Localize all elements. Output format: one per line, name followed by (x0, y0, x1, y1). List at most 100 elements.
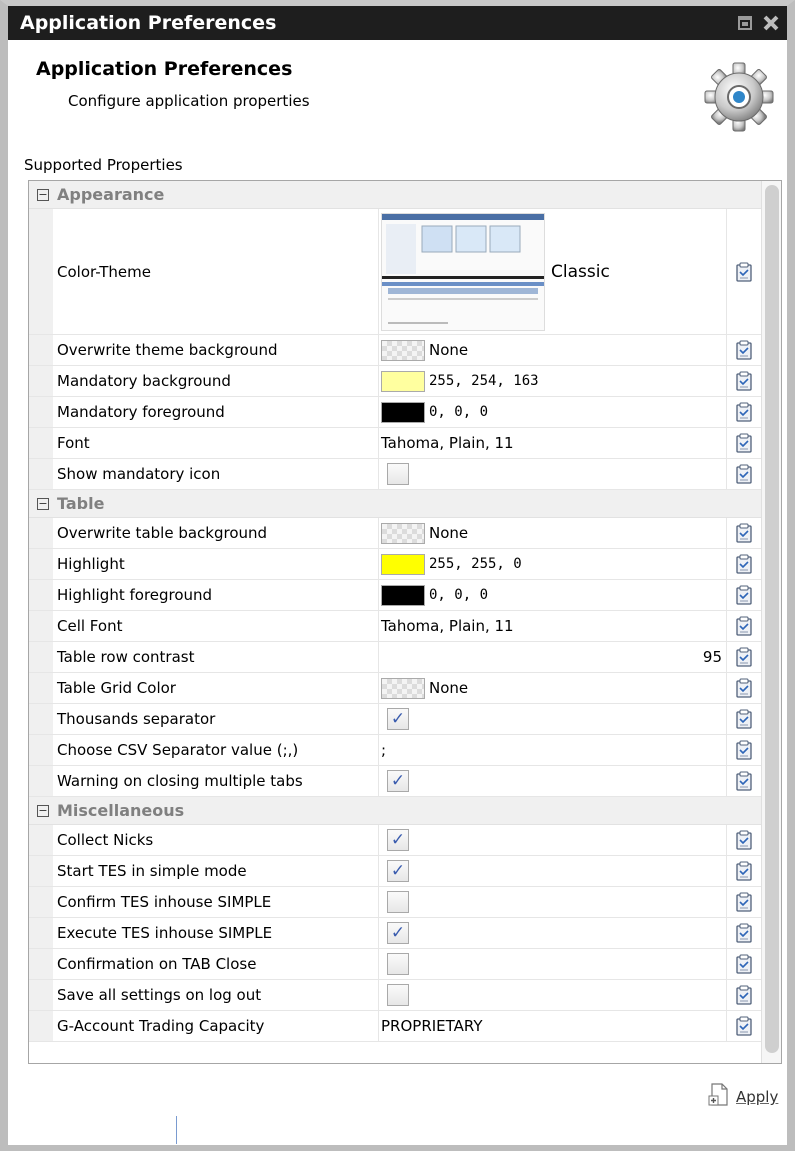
property-value[interactable]: 0, 0, 0 (379, 397, 727, 427)
clipboard-icon[interactable] (727, 642, 761, 672)
property-row-highlight-foreground: Highlight foreground 0, 0, 0 (29, 580, 761, 611)
property-value[interactable]: ✓ (379, 766, 727, 796)
collapse-icon[interactable]: − (37, 804, 49, 817)
color-swatch[interactable] (381, 339, 425, 361)
group-header-miscellaneous[interactable]: − Miscellaneous (29, 797, 761, 825)
supported-properties-label: Supported Properties (24, 156, 183, 174)
clipboard-icon[interactable] (727, 673, 761, 703)
property-row-cell-font: Cell Font Tahoma, Plain, 11 (29, 611, 761, 642)
property-label: Choose CSV Separator value (;,) (53, 735, 379, 765)
clipboard-icon[interactable] (727, 366, 761, 396)
property-row-table-row-contrast: Table row contrast 95 (29, 642, 761, 673)
property-label: Warning on closing multiple tabs (53, 766, 379, 796)
property-value[interactable]: Tahoma, Plain, 11 (379, 611, 727, 641)
color-value: None (429, 679, 469, 697)
property-value[interactable]: 255, 255, 0 (379, 549, 727, 579)
clipboard-icon[interactable] (727, 704, 761, 734)
clipboard-icon[interactable] (727, 735, 761, 765)
clipboard-icon[interactable] (727, 766, 761, 796)
property-table: − Appearance Color-Theme Classic Overwrite t… (28, 180, 782, 1064)
row-gutter (29, 335, 53, 365)
color-swatch[interactable] (381, 677, 425, 699)
property-value[interactable] (379, 980, 727, 1010)
color-swatch[interactable] (381, 370, 425, 392)
property-value[interactable] (379, 459, 727, 489)
close-icon[interactable] (761, 13, 781, 33)
window-title: Application Preferences (20, 12, 277, 34)
clipboard-icon[interactable] (727, 428, 761, 458)
group-header-appearance[interactable]: − Appearance (29, 181, 761, 209)
clipboard-icon[interactable] (727, 459, 761, 489)
color-value: 255, 254, 163 (429, 373, 539, 389)
property-label: Execute TES inhouse SIMPLE (53, 918, 379, 948)
apply-button[interactable]: Apply (708, 1083, 778, 1111)
clipboard-icon[interactable] (727, 397, 761, 427)
clipboard-icon[interactable] (727, 949, 761, 979)
clipboard-icon[interactable] (727, 518, 761, 548)
property-value[interactable]: None (379, 335, 727, 365)
checkbox-checked[interactable]: ✓ (387, 770, 409, 792)
property-value[interactable]: Classic (379, 209, 727, 334)
property-row-save-all-settings-on-log-out: Save all settings on log out (29, 980, 761, 1011)
checkbox-checked[interactable]: ✓ (387, 829, 409, 851)
checkbox-checked[interactable]: ✓ (387, 708, 409, 730)
group-header-table[interactable]: − Table (29, 490, 761, 518)
property-row-font: Font Tahoma, Plain, 11 (29, 428, 761, 459)
clipboard-icon[interactable] (727, 549, 761, 579)
property-value[interactable]: PROPRIETARY (379, 1011, 727, 1041)
property-value[interactable]: 95 (379, 642, 727, 672)
clipboard-icon[interactable] (727, 980, 761, 1010)
property-value[interactable]: None (379, 518, 727, 548)
divider (176, 1116, 177, 1144)
row-gutter (29, 611, 53, 641)
scrollbar-thumb[interactable] (765, 185, 779, 1053)
clipboard-icon[interactable] (727, 856, 761, 886)
property-label: Collect Nicks (53, 825, 379, 855)
row-gutter (29, 549, 53, 579)
property-value[interactable]: Tahoma, Plain, 11 (379, 428, 727, 458)
property-value[interactable]: 255, 254, 163 (379, 366, 727, 396)
restore-icon[interactable] (735, 13, 755, 33)
color-swatch[interactable] (381, 584, 425, 606)
clipboard-icon[interactable] (727, 1011, 761, 1041)
color-swatch[interactable] (381, 401, 425, 423)
vertical-scrollbar[interactable] (761, 181, 781, 1063)
property-value[interactable] (379, 887, 727, 917)
clipboard-icon[interactable] (727, 580, 761, 610)
property-value[interactable]: ✓ (379, 856, 727, 886)
property-value[interactable]: ✓ (379, 825, 727, 855)
property-value[interactable]: 0, 0, 0 (379, 580, 727, 610)
property-label: Show mandatory icon (53, 459, 379, 489)
checkbox-checked[interactable]: ✓ (387, 860, 409, 882)
property-row-confirm-tes-inhouse-simple: Confirm TES inhouse SIMPLE (29, 887, 761, 918)
clipboard-icon[interactable] (727, 887, 761, 917)
checkbox-unchecked[interactable] (387, 953, 409, 975)
color-swatch[interactable] (381, 553, 425, 575)
property-value[interactable]: ✓ (379, 918, 727, 948)
property-label: Save all settings on log out (53, 980, 379, 1010)
property-label: G-Account Trading Capacity (53, 1011, 379, 1041)
property-row-overwrite-theme-background: Overwrite theme background None (29, 335, 761, 366)
collapse-icon[interactable]: − (37, 188, 49, 201)
color-swatch[interactable] (381, 522, 425, 544)
checkbox-unchecked[interactable] (387, 984, 409, 1006)
property-value[interactable]: None (379, 673, 727, 703)
property-value[interactable]: ✓ (379, 704, 727, 734)
checkbox-checked[interactable]: ✓ (387, 922, 409, 944)
row-gutter (29, 428, 53, 458)
group-label: Miscellaneous (57, 801, 185, 820)
clipboard-icon[interactable] (727, 209, 761, 334)
clipboard-icon[interactable] (727, 918, 761, 948)
property-label: Highlight foreground (53, 580, 379, 610)
clipboard-icon[interactable] (727, 611, 761, 641)
clipboard-icon[interactable] (727, 825, 761, 855)
property-value[interactable] (379, 949, 727, 979)
theme-preview-thumbnail[interactable] (381, 212, 545, 331)
clipboard-icon[interactable] (727, 335, 761, 365)
collapse-icon[interactable]: − (37, 497, 49, 510)
checkbox-unchecked[interactable] (387, 891, 409, 913)
property-value[interactable]: ; (379, 735, 727, 765)
property-label: Confirm TES inhouse SIMPLE (53, 887, 379, 917)
color-value: None (429, 524, 469, 542)
checkbox-unchecked[interactable] (387, 463, 409, 485)
